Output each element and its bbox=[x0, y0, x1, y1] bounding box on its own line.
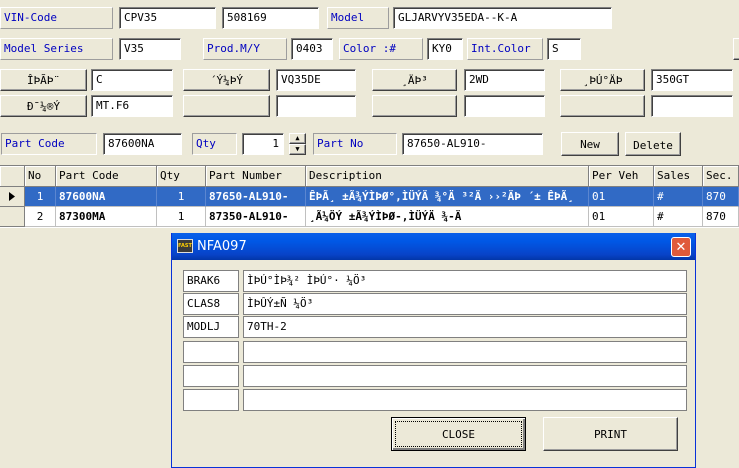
dialog-desc-1[interactable]: ÌÞÚ°ÌÞ¾² ÌÞÚ°· ¼Ö³ bbox=[243, 270, 687, 292]
int-color-label: Int.Color bbox=[467, 38, 543, 60]
part-no-label: Part No bbox=[313, 133, 397, 155]
attr-field-1[interactable]: C bbox=[91, 69, 173, 91]
cell-qty: 1 bbox=[157, 187, 206, 207]
cell-sec: 870 bbox=[703, 207, 739, 227]
dialog-titlebar[interactable]: FAST NFA097 ✕ bbox=[172, 233, 695, 260]
cell-sec: 870 bbox=[703, 187, 739, 207]
attr-field-7[interactable] bbox=[464, 95, 545, 117]
part-no-input[interactable]: 87650-AL910- bbox=[402, 133, 543, 155]
attr-button-6[interactable] bbox=[183, 95, 270, 117]
qty-input[interactable]: 1 bbox=[242, 133, 284, 155]
cell-description: ¸Ã¼ÖÝ ±Ã¾ÝÌÞØ-,ÌÜÝÄ ¾-Ä bbox=[306, 207, 589, 227]
dialog-desc-2[interactable]: ÌÞÛÝ±Ñ ¼Ö³ bbox=[243, 293, 687, 315]
col-header-description[interactable]: Description bbox=[306, 166, 589, 187]
dialog-code-4[interactable] bbox=[183, 341, 239, 363]
parts-grid[interactable]: No Part Code Qty Part Number Description… bbox=[0, 165, 739, 228]
color-label: Color :# bbox=[339, 38, 423, 60]
close-button[interactable]: CLOSE bbox=[391, 417, 526, 451]
model-series-field[interactable]: V35 bbox=[119, 38, 181, 60]
close-icon[interactable]: ✕ bbox=[671, 237, 691, 257]
cell-sales: # bbox=[654, 207, 703, 227]
col-header-sec[interactable]: Sec. bbox=[703, 166, 739, 187]
vin-code-field[interactable]: CPV35 bbox=[119, 7, 216, 29]
attr-field-4[interactable]: 350GT bbox=[651, 69, 733, 91]
col-header-sales[interactable]: Sales bbox=[654, 166, 703, 187]
fast-app-icon: FAST bbox=[177, 239, 193, 253]
attr-button-8[interactable] bbox=[560, 95, 645, 117]
dialog-code-3[interactable]: MODLJ bbox=[183, 316, 239, 338]
prod-my-field[interactable]: 0403 bbox=[291, 38, 333, 60]
attr-field-5[interactable]: MT.F6 bbox=[91, 95, 173, 117]
row-indicator-arrow-icon bbox=[0, 187, 25, 207]
prod-my-label: Prod.M/Y bbox=[203, 38, 287, 60]
cell-part-code: 87300MA bbox=[56, 207, 157, 227]
attr-button-1[interactable]: ÎÞÃÞ¨ bbox=[0, 69, 87, 91]
new-button[interactable]: New bbox=[561, 132, 619, 156]
dialog-desc-5[interactable] bbox=[243, 365, 687, 387]
attr-button-4[interactable]: ¸ÞÚ°ÄÞ bbox=[560, 69, 645, 91]
cell-description: ÊÞÃ¸ ±Ã¾ÝÌÞØ°,ÌÜÝÄ ¾°Ä ³²Ä ››²ÄÞ ´± ÊÞÃ¸ bbox=[306, 187, 589, 207]
print-button[interactable]: PRINT bbox=[543, 417, 678, 451]
model-field[interactable]: GLJARVYV35EDA--K-A bbox=[393, 7, 612, 29]
attr-field-3[interactable]: 2WD bbox=[464, 69, 545, 91]
cell-no: 1 bbox=[25, 187, 56, 207]
col-header-part-number[interactable]: Part Number bbox=[206, 166, 306, 187]
col-header-no[interactable]: No bbox=[25, 166, 56, 187]
col-header-qty[interactable]: Qty bbox=[157, 166, 206, 187]
dialog-code-5[interactable] bbox=[183, 365, 239, 387]
cell-part-code: 87600NA bbox=[56, 187, 157, 207]
cell-part-number: 87650-AL910- bbox=[206, 187, 306, 207]
nfa097-dialog: FAST NFA097 ✕ BRAK6 ÌÞÚ°ÌÞ¾² ÌÞÚ°· ¼Ö³ C… bbox=[171, 233, 696, 468]
cell-no: 2 bbox=[25, 207, 56, 227]
grid-header-indicator bbox=[0, 166, 25, 187]
cell-sales: # bbox=[654, 187, 703, 207]
vin-serial-field[interactable]: 508169 bbox=[222, 7, 319, 29]
dialog-desc-6[interactable] bbox=[243, 389, 687, 411]
vin-code-label: VIN-Code bbox=[0, 7, 113, 29]
color-field[interactable]: KY0 bbox=[427, 38, 463, 60]
int-color-field[interactable]: S bbox=[547, 38, 581, 60]
attr-button-3[interactable]: ¸ÄÞ³ bbox=[372, 69, 457, 91]
dialog-code-6[interactable] bbox=[183, 389, 239, 411]
cell-per-veh: 01 bbox=[589, 187, 654, 207]
delete-button[interactable]: Delete bbox=[625, 132, 681, 156]
attr-field-2[interactable]: VQ35DE bbox=[276, 69, 356, 91]
cell-qty: 1 bbox=[157, 207, 206, 227]
dialog-code-2[interactable]: CLAS8 bbox=[183, 293, 239, 315]
col-header-per-veh[interactable]: Per Veh bbox=[589, 166, 654, 187]
model-label: Model bbox=[327, 7, 389, 29]
cell-per-veh: 01 bbox=[589, 207, 654, 227]
attr-button-5[interactable]: Ð¯¼®Ý bbox=[0, 95, 87, 117]
qty-down-arrow-icon[interactable]: ▼ bbox=[289, 144, 306, 155]
part-code-input[interactable]: 87600NA bbox=[103, 133, 182, 155]
dialog-desc-4[interactable] bbox=[243, 341, 687, 363]
attr-field-6[interactable] bbox=[276, 95, 356, 117]
dialog-title: NFA097 bbox=[197, 239, 247, 254]
attr-field-8[interactable] bbox=[651, 95, 733, 117]
row-indicator bbox=[0, 207, 25, 227]
col-header-part-code[interactable]: Part Code bbox=[56, 166, 157, 187]
model-series-label: Model Series bbox=[0, 38, 113, 60]
qty-up-arrow-icon[interactable]: ▲ bbox=[289, 133, 306, 144]
attr-button-7[interactable] bbox=[372, 95, 457, 117]
dialog-desc-3[interactable]: 70TH-2 bbox=[243, 316, 687, 338]
attr-button-2[interactable]: ´Ý¼ÞÝ bbox=[183, 69, 270, 91]
dialog-code-1[interactable]: BRAK6 bbox=[183, 270, 239, 292]
part-code-label: Part Code bbox=[1, 133, 97, 155]
edge-button[interactable] bbox=[733, 38, 739, 60]
qty-label: Qty bbox=[192, 133, 237, 155]
cell-part-number: 87350-AL910- bbox=[206, 207, 306, 227]
